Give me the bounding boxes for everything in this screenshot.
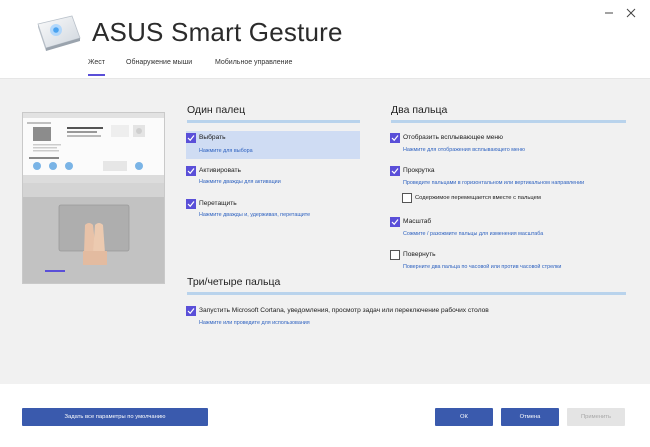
drag-label: Перетащить xyxy=(199,200,237,207)
option-cortana-row[interactable]: Запустить Microsoft Cortana, уведомления… xyxy=(186,304,626,319)
cancel-button[interactable]: Отмена xyxy=(501,408,559,426)
option-popup-menu-row[interactable]: Отобразить всплывающее меню xyxy=(390,131,626,146)
select-checkbox[interactable] xyxy=(186,133,196,143)
content-follows-label: Содержимое перемещается вместе с пальцем xyxy=(415,194,541,201)
zoom-checkbox[interactable] xyxy=(390,217,400,227)
tab-mouse-detection[interactable]: Обнаружение мыши xyxy=(126,59,192,66)
section-bar-two-fingers xyxy=(391,120,626,123)
popup-menu-checkbox[interactable] xyxy=(390,133,400,143)
select-description: Нажмите для выбора xyxy=(199,148,253,154)
option-zoom-row[interactable]: Масштаб xyxy=(390,215,626,230)
select-label: Выбрать xyxy=(199,134,226,141)
checkmark-icon xyxy=(187,135,195,142)
checkmark-icon xyxy=(391,219,399,226)
checkmark-icon xyxy=(187,201,195,208)
zoom-description: Сожмите / разожмите пальцы для изменения… xyxy=(403,231,544,237)
activate-label: Активировать xyxy=(199,167,241,174)
touchpad-illustration xyxy=(23,113,164,283)
popup-menu-description: Нажмите для отображения всплывающего мен… xyxy=(403,147,525,153)
cortana-description: Нажмите или проведите для использования xyxy=(199,320,310,326)
section-bar-three-four-fingers xyxy=(187,292,626,295)
scroll-description: Проведите пальцами в горизонтальном или … xyxy=(403,180,585,186)
reset-defaults-button[interactable]: Задать все параметры по умолчанию xyxy=(22,408,208,426)
checkmark-icon xyxy=(187,168,195,175)
tab-gesture[interactable]: Жест xyxy=(88,59,105,76)
option-scroll-row[interactable]: Прокрутка xyxy=(390,164,626,179)
option-content-follows-row[interactable]: Содержимое перемещается вместе с пальцем xyxy=(402,191,626,206)
section-bar-one-finger xyxy=(187,120,360,123)
section-title-three-four-fingers: Три/четыре пальца xyxy=(187,276,281,288)
smart-gesture-logo-icon xyxy=(37,15,81,51)
apply-button[interactable]: Применить xyxy=(567,408,625,426)
cortana-label: Запустить Microsoft Cortana, уведомления… xyxy=(199,307,489,314)
option-select-row[interactable]: Выбрать Нажмите для выбора xyxy=(186,131,360,159)
close-icon[interactable] xyxy=(624,6,638,20)
option-drag-row[interactable]: Перетащить xyxy=(186,197,360,212)
rotate-checkbox[interactable] xyxy=(390,250,400,260)
activate-description: Нажмите дважды для активации xyxy=(199,179,281,185)
checkmark-icon xyxy=(187,308,195,315)
app-title: ASUS Smart Gesture xyxy=(92,17,343,47)
cortana-checkbox[interactable] xyxy=(186,306,196,316)
scroll-label: Прокрутка xyxy=(403,167,435,174)
tab-mobile-control[interactable]: Мобильное управление xyxy=(215,59,292,66)
minimize-icon[interactable] xyxy=(602,6,616,20)
checkmark-icon xyxy=(391,168,399,175)
drag-description: Нажмите дважды и, удерживая, перетащите xyxy=(199,212,311,218)
rotate-label: Повернуть xyxy=(403,251,436,258)
drag-checkbox[interactable] xyxy=(186,199,196,209)
activate-checkbox[interactable] xyxy=(186,166,196,176)
ok-button[interactable]: ОК xyxy=(435,408,493,426)
section-title-two-fingers: Два пальца xyxy=(391,104,448,116)
scroll-checkbox[interactable] xyxy=(390,166,400,176)
content-follows-checkbox[interactable] xyxy=(402,193,412,203)
footer-bar: Задать все параметры по умолчанию ОК Отм… xyxy=(0,384,650,447)
popup-menu-label: Отобразить всплывающее меню xyxy=(403,134,504,141)
option-activate-row[interactable]: Активировать xyxy=(186,164,360,179)
checkmark-icon xyxy=(391,135,399,142)
section-title-one-finger: Один палец xyxy=(187,104,246,116)
rotate-description: Поверните два пальца по часовой или прот… xyxy=(403,264,562,270)
option-rotate-row[interactable]: Повернуть xyxy=(390,248,626,263)
gesture-preview-image xyxy=(22,112,165,284)
zoom-label: Масштаб xyxy=(403,218,432,225)
app-header: ASUS Smart Gesture Жест Обнаружение мыши… xyxy=(0,0,650,78)
